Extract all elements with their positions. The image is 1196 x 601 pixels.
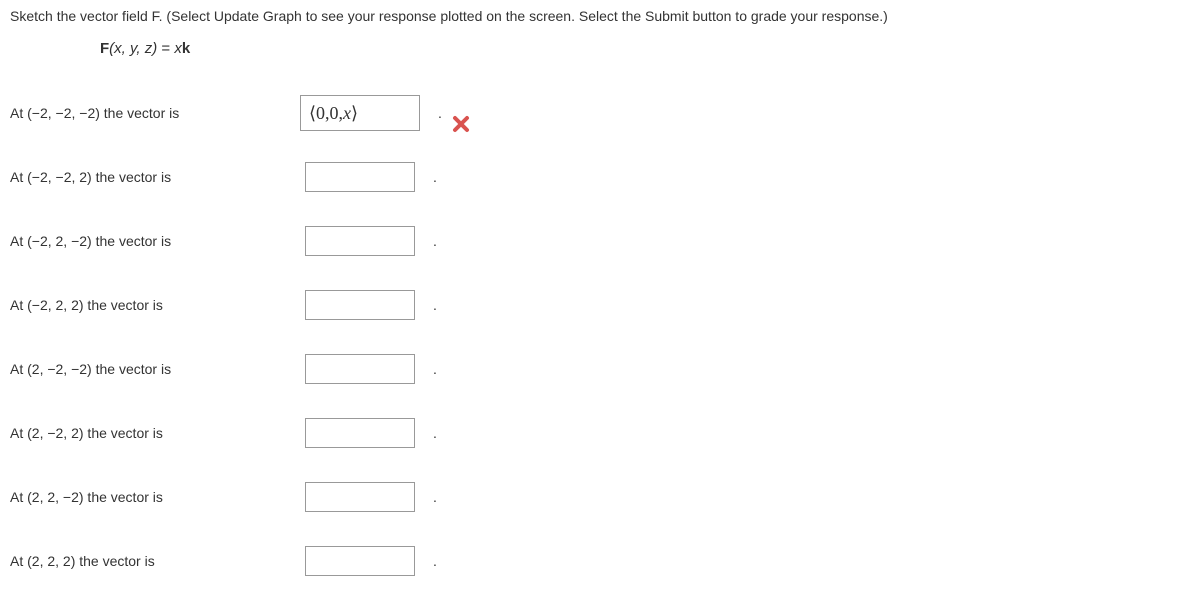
vector-row-label: At (2, 2, 2) the vector is [10, 553, 300, 569]
vector-input[interactable] [305, 290, 415, 320]
vector-row: At (−2, −2, 2) the vector is. [10, 145, 1186, 209]
vector-input[interactable] [305, 354, 415, 384]
vector-input[interactable] [305, 482, 415, 512]
vector-row: At (2, −2, −2) the vector is. [10, 337, 1186, 401]
vector-row-label: At (2, −2, −2) the vector is [10, 361, 300, 377]
vector-row: At (−2, 2, −2) the vector is. [10, 209, 1186, 273]
vector-row: At (−2, 2, 2) the vector is. [10, 273, 1186, 337]
equation-coef: x [174, 40, 182, 57]
vector-input[interactable]: ⟨0,0,x⟩ [300, 95, 420, 131]
row-period: . [433, 489, 437, 505]
vector-row: At (2, 2, −2) the vector is. [10, 465, 1186, 529]
vector-row-label: At (−2, 2, 2) the vector is [10, 297, 300, 313]
vector-input[interactable] [305, 418, 415, 448]
vector-field-equation: F(x, y, z) = xk [100, 40, 1186, 57]
question-instructions: Sketch the vector field F. (Select Updat… [10, 8, 1186, 24]
vector-row-label: At (2, 2, −2) the vector is [10, 489, 300, 505]
vector-input[interactable] [305, 162, 415, 192]
equation-args: (x, y, z) [109, 40, 157, 57]
row-period: . [433, 297, 437, 313]
vector-row-label: At (−2, −2, −2) the vector is [10, 105, 300, 121]
vector-row-label: At (−2, −2, 2) the vector is [10, 169, 300, 185]
equation-vec: k [182, 40, 190, 57]
equation-eq: = [157, 40, 174, 57]
equation-func: F [100, 40, 109, 57]
row-period: . [433, 361, 437, 377]
vector-row-label: At (−2, 2, −2) the vector is [10, 233, 300, 249]
row-period: . [438, 105, 442, 121]
row-period: . [433, 553, 437, 569]
vector-row-label: At (2, −2, 2) the vector is [10, 425, 300, 441]
vector-row: At (2, 2, 2) the vector is. [10, 529, 1186, 593]
vector-input[interactable] [305, 226, 415, 256]
row-period: . [433, 233, 437, 249]
vector-row: At (−2, −2, −2) the vector is ⟨0,0,x⟩. [10, 81, 1186, 145]
wrong-icon [452, 115, 470, 133]
row-period: . [433, 425, 437, 441]
vector-input-value: ⟨0,0,x⟩ [309, 103, 358, 124]
vector-input[interactable] [305, 546, 415, 576]
instructions-text: Sketch the vector field F. (Select Updat… [10, 8, 888, 24]
row-period: . [433, 169, 437, 185]
vector-row: At (2, −2, 2) the vector is. [10, 401, 1186, 465]
